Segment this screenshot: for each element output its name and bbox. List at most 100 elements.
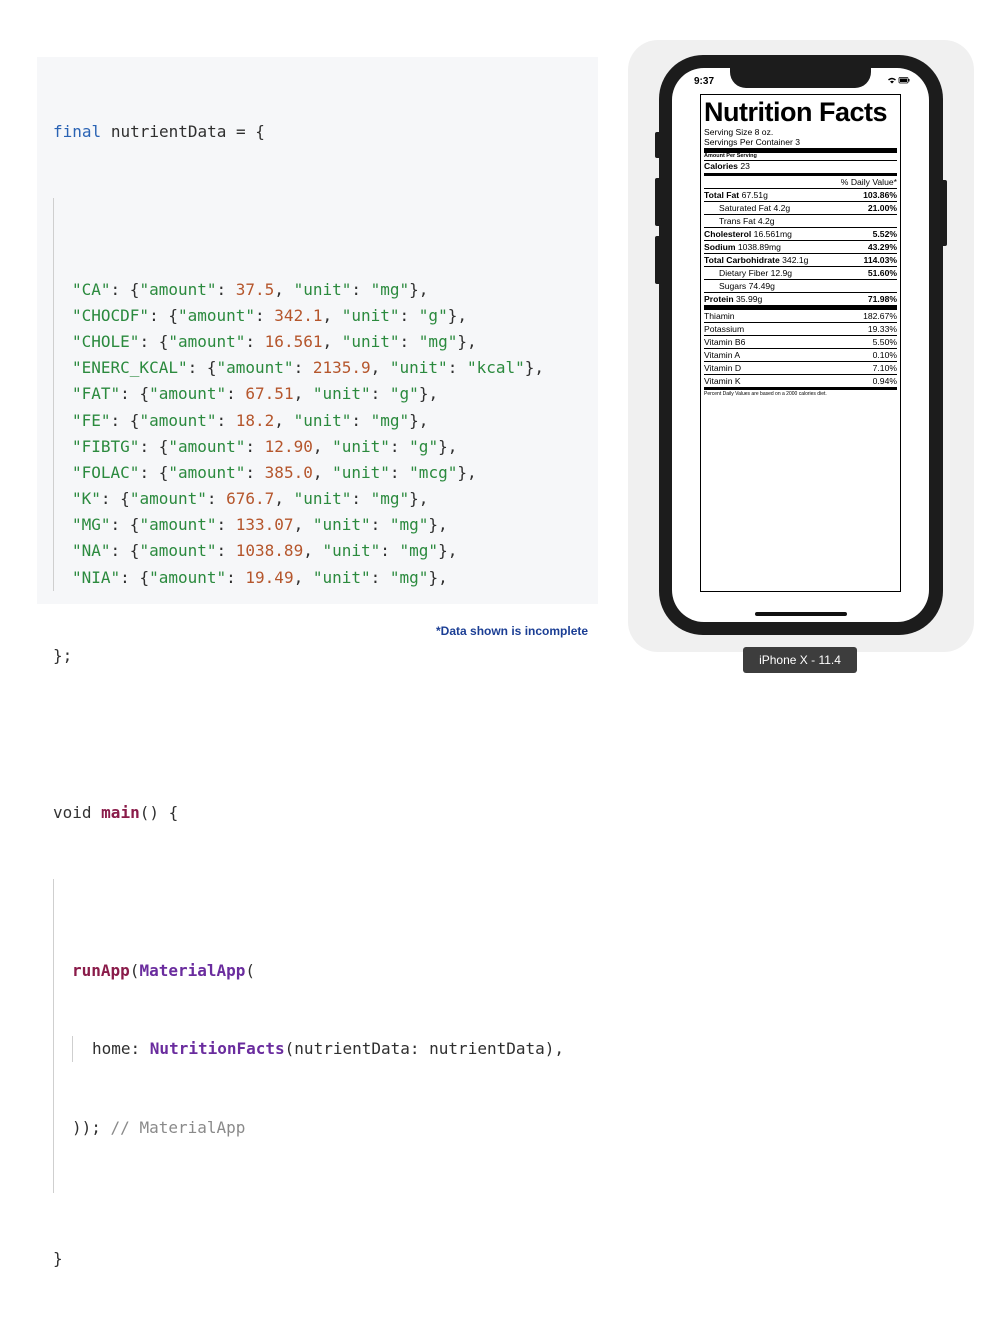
daily-value-header: % Daily Value* (840, 177, 897, 187)
nutrient-amount: 4.2g (757, 216, 775, 226)
code-line-decl: final nutrientData = { (53, 122, 265, 142)
code-amount-key: "amount" (139, 541, 217, 561)
nutrient-name-amount: Protein 35.99g (704, 293, 762, 305)
nutrition-facts-title: Nutrition Facts (704, 97, 888, 127)
code-amount-key: "amount" (168, 462, 246, 482)
nutrient-name: Cholesterol (704, 229, 752, 239)
code-unit-key: "unit" (293, 489, 352, 509)
code-close-call: )); (72, 1117, 101, 1137)
code-amount-value: 385.0 (264, 462, 313, 482)
vitamin-daily-value: 5.50% (872, 337, 897, 347)
code-line-close-map: }; (53, 646, 73, 666)
nutrient-name: Trans Fat (719, 216, 756, 226)
code-amount-key: "amount" (139, 515, 217, 535)
code-unit-value: "g" (389, 384, 419, 404)
code-main-name: main (101, 803, 140, 823)
code-line-entry: "CHOLE": {"amount": 16.561, "unit": "mg"… (72, 331, 477, 351)
code-unit-key: "unit" (312, 567, 371, 587)
code-line-entry: "FE": {"amount": 18.2, "unit": "mg"}, (72, 410, 429, 430)
code-amount-key: "amount" (149, 384, 227, 404)
code-line-close-main: } (53, 1248, 63, 1268)
code-unit-key: "unit" (332, 462, 390, 482)
vitamin-daily-value: 182.67% (863, 311, 897, 321)
nutrient-name-amount: Trans Fat 4.2g (719, 215, 775, 227)
code-amount-key: "amount" (129, 489, 207, 509)
code-materialapp: MaterialApp (139, 960, 246, 980)
code-amount-value: 342.1 (274, 305, 323, 325)
code-unit-value: "mg" (418, 331, 458, 351)
vitamin-name: Potassium (704, 324, 745, 334)
nutrient-daily-value: 51.60% (867, 268, 897, 278)
code-entry-key: "CHOCDF" (72, 305, 150, 325)
code-line-entry: "CA": {"amount": 37.5, "unit": "mg"}, (72, 279, 429, 299)
code-amount-value: 1038.89 (235, 541, 304, 561)
calories-label: Calories (704, 161, 738, 171)
code-line-close-call: )); // MaterialApp (37, 1115, 598, 1141)
code-amount-key: "amount" (139, 410, 217, 430)
indent-guide (72, 1036, 73, 1063)
status-time: 9:37 (694, 76, 715, 87)
code-unit-value: "mcg" (409, 462, 458, 482)
nutrient-name: Sugars (719, 281, 747, 291)
nutrient-amount: 16.561mg (753, 229, 792, 239)
code-unit-value: "mg" (370, 489, 410, 509)
nutrient-name-amount: Sugars 74.49g (719, 280, 775, 292)
code-unit-key: "unit" (293, 410, 352, 430)
code-unit-value: "kcal" (466, 358, 525, 378)
code-entry-key: "NIA" (72, 567, 121, 587)
code-entry-key: "NA" (72, 541, 111, 561)
code-line-entry: "NA": {"amount": 1038.89, "unit": "mg"}, (72, 541, 458, 561)
nutrient-daily-value: 5.52% (872, 229, 897, 239)
code-runapp: runApp (72, 960, 130, 980)
nutrient-row: Total Carbohidrate 342.1g 114.03% (704, 253, 897, 266)
code-line-runapp: runApp(MaterialApp( (72, 960, 256, 980)
vitamin-name: Vitamin D (704, 363, 742, 373)
home-indicator[interactable] (755, 612, 847, 616)
nutrient-row: Trans Fat 4.2g (704, 214, 897, 227)
vitamin-daily-value: 7.10% (872, 363, 897, 373)
code-unit-key: "unit" (293, 279, 352, 299)
nutrient-name: Total Carbohidrate (704, 255, 780, 265)
code-line-entry: "MG": {"amount": 133.07, "unit": "mg"}, (72, 515, 448, 535)
code-keyword-void: void (53, 803, 92, 823)
code-entry-key: "FAT" (72, 384, 121, 404)
code-amount-value: 2135.9 (312, 358, 371, 378)
vitamin-row: Vitamin K 0.94% (704, 374, 897, 387)
code-unit-value: "g" (418, 305, 448, 325)
code-line-entry: "NIA": {"amount": 19.49, "unit": "mg"}, (72, 567, 448, 587)
nutrient-amount: 67.51g (741, 190, 768, 200)
code-line-entry: "FAT": {"amount": 67.51, "unit": "g"}, (72, 384, 439, 404)
nutrient-amount: 1038.89mg (737, 242, 781, 252)
code-amount-value: 133.07 (235, 515, 294, 535)
vitamin-daily-value: 19.33% (867, 324, 897, 334)
vitamin-daily-value: 0.94% (872, 376, 897, 386)
code-unit-value: "mg" (399, 541, 439, 561)
code-home-arg: nutrientData: nutrientData (294, 1039, 545, 1059)
code-unit-key: "unit" (341, 305, 400, 325)
code-amount-key: "amount" (139, 279, 217, 299)
nutrient-name-amount: Dietary Fiber 12.9g (719, 267, 792, 279)
nutrient-name: Sodium (704, 242, 736, 252)
code-unit-value: "mg" (389, 515, 429, 535)
vitamin-name: Vitamin K (704, 376, 741, 386)
code-var-name: nutrientData (110, 122, 227, 142)
code-line-home: home: NutritionFacts(nutrientData: nutri… (37, 1036, 598, 1063)
code-amount-key: "amount" (168, 331, 246, 351)
wifi-battery-icon (888, 77, 910, 84)
nutrient-name-amount: Sodium 1038.89mg (704, 241, 781, 253)
nutrient-daily-value: 43.29% (867, 242, 897, 252)
nutrient-daily-value: 21.00% (867, 203, 897, 213)
code-amount-key: "amount" (149, 567, 227, 587)
code-entry-key: "ENERC_KCAL" (72, 358, 188, 378)
device-label: iPhone X - 11.4 (743, 647, 857, 673)
code-amount-key: "amount" (216, 358, 294, 378)
serving-size: Serving Size 8 oz. (704, 127, 774, 137)
nutrient-row: Sodium 1038.89mg 43.29% (704, 240, 897, 253)
code-line-entry: "FIBTG": {"amount": 12.90, "unit": "g"}, (72, 436, 458, 456)
code-entry-key: "FIBTG" (72, 436, 140, 456)
notch (730, 66, 871, 88)
code-amount-key: "amount" (168, 436, 246, 456)
code-unit-key: "unit" (322, 541, 381, 561)
code-home-label: home (92, 1039, 131, 1059)
code-line-main: void main() { (53, 803, 179, 823)
